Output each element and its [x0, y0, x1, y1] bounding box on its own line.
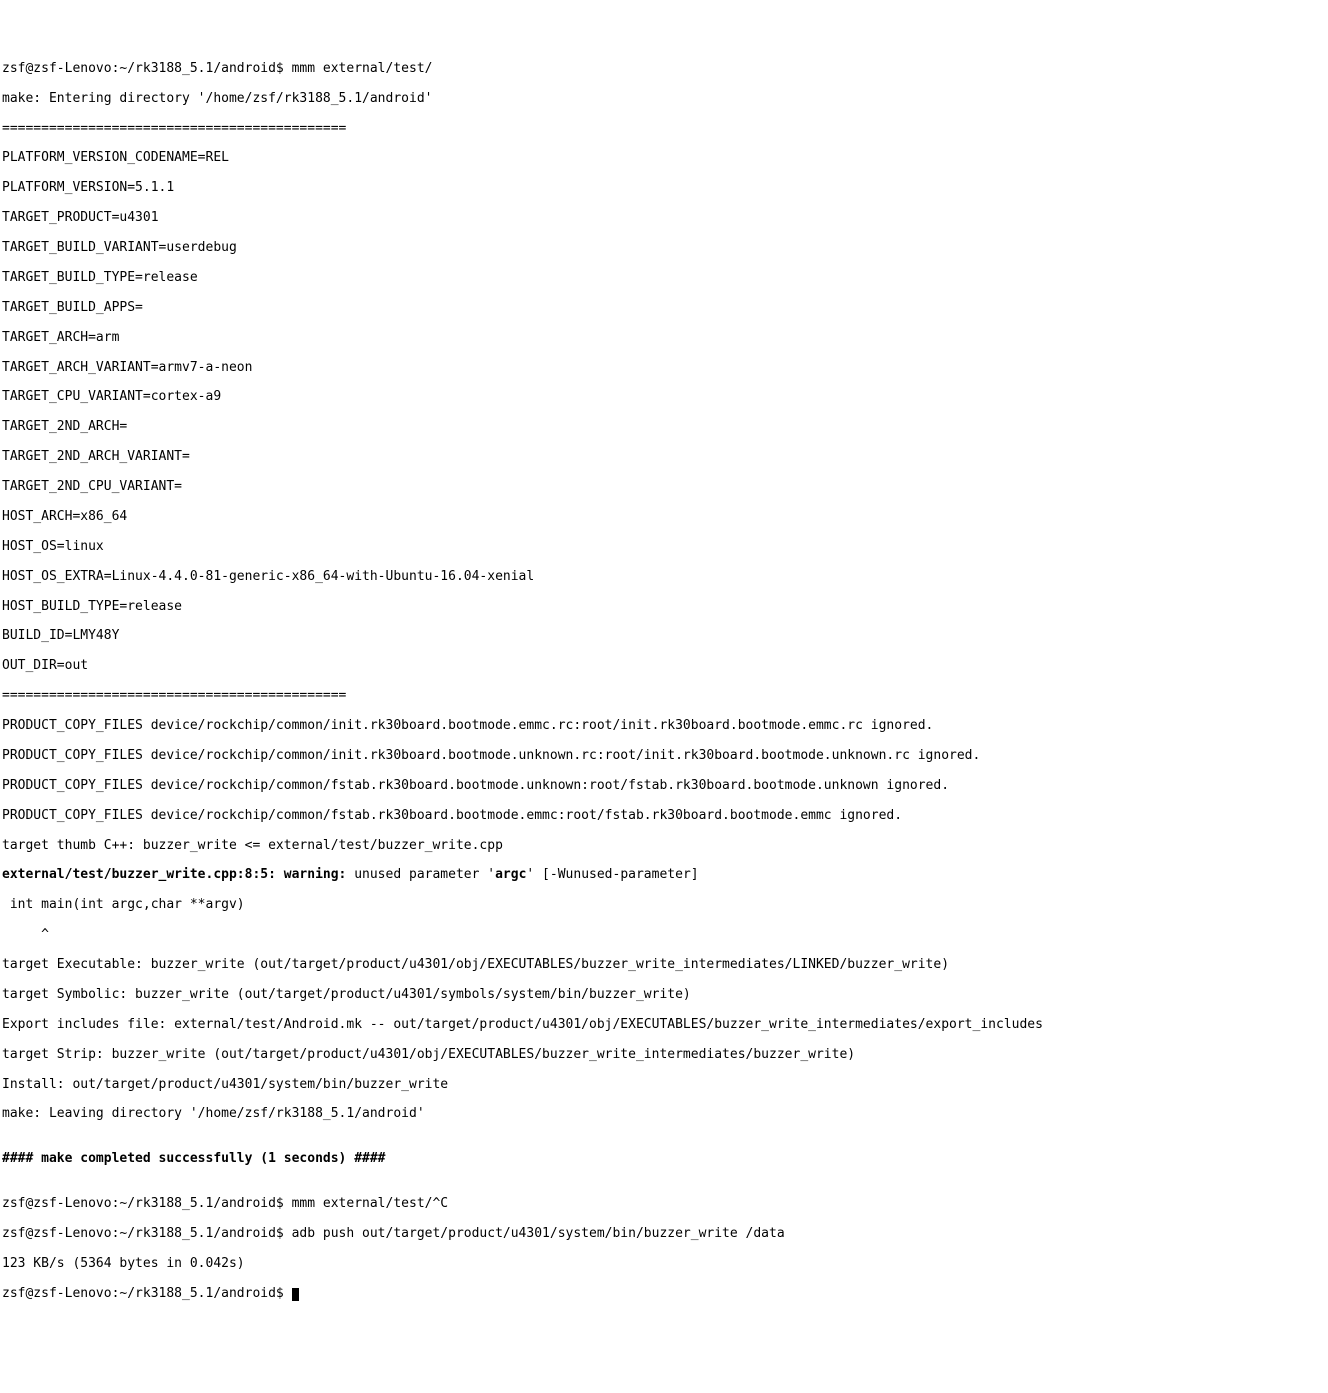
- cursor: [292, 1288, 299, 1301]
- terminal-line: make: Leaving directory '/home/zsf/rk318…: [2, 1107, 1326, 1122]
- terminal-line: PRODUCT_COPY_FILES device/rockchip/commo…: [2, 779, 1326, 794]
- terminal-line: zsf@zsf-Lenovo:~/rk3188_5.1/android$ mmm…: [2, 62, 1326, 77]
- terminal-line: PLATFORM_VERSION=5.1.1: [2, 181, 1326, 196]
- terminal-line: zsf@zsf-Lenovo:~/rk3188_5.1/android$ mmm…: [2, 1197, 1326, 1212]
- terminal-line: PRODUCT_COPY_FILES device/rockchip/commo…: [2, 809, 1326, 824]
- terminal-output[interactable]: zsf@zsf-Lenovo:~/rk3188_5.1/android$ mmm…: [2, 62, 1326, 1317]
- terminal-line: OUT_DIR=out: [2, 659, 1326, 674]
- terminal-line: TARGET_2ND_ARCH=: [2, 420, 1326, 435]
- terminal-line: 123 KB/s (5364 bytes in 0.042s): [2, 1257, 1326, 1272]
- terminal-line: target Strip: buzzer_write (out/target/p…: [2, 1048, 1326, 1063]
- terminal-line: PLATFORM_VERSION_CODENAME=REL: [2, 151, 1326, 166]
- terminal-line: HOST_OS_EXTRA=Linux-4.4.0-81-generic-x86…: [2, 570, 1326, 585]
- terminal-line: TARGET_2ND_ARCH_VARIANT=: [2, 450, 1326, 465]
- terminal-line: ^: [2, 928, 1326, 943]
- terminal-line: TARGET_BUILD_VARIANT=userdebug: [2, 241, 1326, 256]
- terminal-line: PRODUCT_COPY_FILES device/rockchip/commo…: [2, 749, 1326, 764]
- terminal-line: TARGET_PRODUCT=u4301: [2, 211, 1326, 226]
- terminal-line: BUILD_ID=LMY48Y: [2, 629, 1326, 644]
- terminal-line: target Symbolic: buzzer_write (out/targe…: [2, 988, 1326, 1003]
- terminal-line: TARGET_BUILD_APPS=: [2, 301, 1326, 316]
- terminal-line: HOST_BUILD_TYPE=release: [2, 600, 1326, 615]
- terminal-line: PRODUCT_COPY_FILES device/rockchip/commo…: [2, 719, 1326, 734]
- terminal-line: Install: out/target/product/u4301/system…: [2, 1078, 1326, 1093]
- terminal-line: zsf@zsf-Lenovo:~/rk3188_5.1/android$ adb…: [2, 1227, 1326, 1242]
- terminal-line: TARGET_ARCH=arm: [2, 331, 1326, 346]
- terminal-line: TARGET_ARCH_VARIANT=armv7-a-neon: [2, 361, 1326, 376]
- terminal-line: target thumb C++: buzzer_write <= extern…: [2, 839, 1326, 854]
- terminal-line: ========================================…: [2, 122, 1326, 137]
- terminal-line: target Executable: buzzer_write (out/tar…: [2, 958, 1326, 973]
- terminal-line: HOST_OS=linux: [2, 540, 1326, 555]
- terminal-line: make: Entering directory '/home/zsf/rk31…: [2, 92, 1326, 107]
- terminal-line: int main(int argc,char **argv): [2, 898, 1326, 913]
- terminal-line: TARGET_2ND_CPU_VARIANT=: [2, 480, 1326, 495]
- terminal-line: HOST_ARCH=x86_64: [2, 510, 1326, 525]
- terminal-line: TARGET_BUILD_TYPE=release: [2, 271, 1326, 286]
- terminal-line: Export includes file: external/test/Andr…: [2, 1018, 1326, 1033]
- terminal-line: #### make completed successfully (1 seco…: [2, 1152, 1326, 1167]
- terminal-line: external/test/buzzer_write.cpp:8:5: warn…: [2, 868, 1326, 883]
- terminal-line: TARGET_CPU_VARIANT=cortex-a9: [2, 390, 1326, 405]
- terminal-line: zsf@zsf-Lenovo:~/rk3188_5.1/android$: [2, 1287, 1326, 1302]
